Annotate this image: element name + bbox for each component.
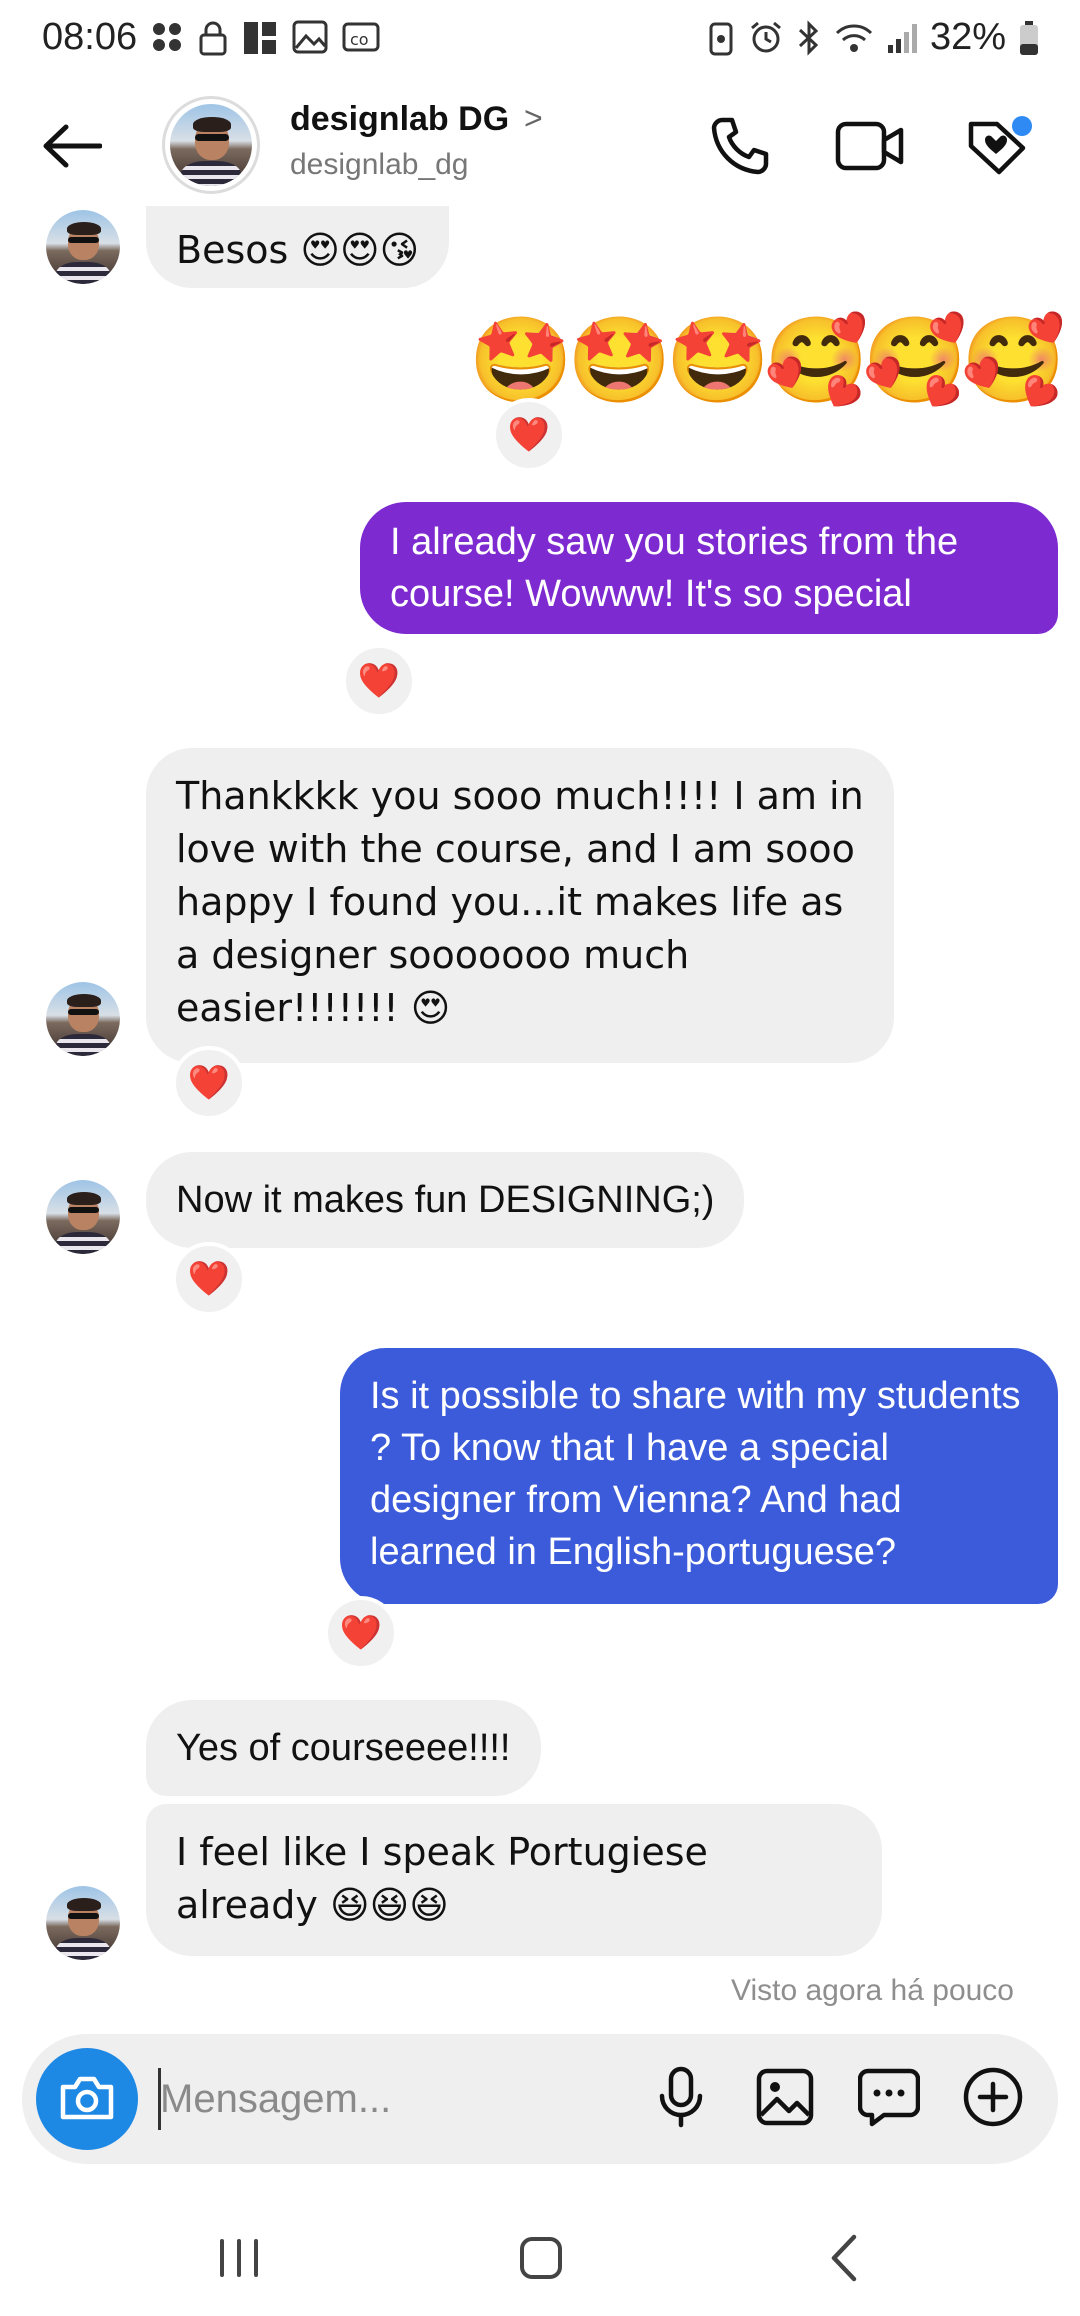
system-navbar <box>0 2200 1080 2316</box>
status-right: 32% <box>706 16 1040 59</box>
message-bubble-incoming[interactable]: Besos 😍😍😘 <box>146 206 450 288</box>
sender-avatar[interactable] <box>46 210 120 284</box>
phone-icon <box>708 114 772 183</box>
apps-icon <box>150 20 184 56</box>
add-circle-icon <box>962 2066 1024 2133</box>
seen-status: Visto agora há pouco <box>731 1974 1014 2006</box>
message-emoji-outgoing[interactable]: 🤩🤩🤩🥰🥰🥰 <box>468 310 1066 410</box>
message-input[interactable] <box>160 2064 620 2134</box>
status-bar: 08:06 co 32% <box>0 0 1080 80</box>
message-text: 🤩🤩🤩🥰🥰🥰 <box>468 311 1066 409</box>
wifi-icon <box>834 21 874 55</box>
message-bubble-outgoing[interactable]: I already saw you stories from the cours… <box>360 502 1058 634</box>
avatar-image <box>170 104 252 186</box>
alarm-icon <box>748 20 784 56</box>
back-icon <box>826 2233 860 2288</box>
sticker-chat-icon <box>857 2067 921 2132</box>
sticker-button[interactable] <box>850 2060 928 2138</box>
message-text: Thankkkk you sooo much!!!! I am in love … <box>176 774 864 1030</box>
home-button[interactable] <box>496 2228 586 2292</box>
video-call-button[interactable] <box>830 108 910 188</box>
back-button[interactable] <box>36 112 108 184</box>
microphone-icon <box>656 2066 706 2133</box>
message-text: I already saw you stories from the cours… <box>390 521 959 615</box>
status-time: 08:06 <box>42 16 138 58</box>
lock-icon <box>198 20 228 56</box>
reaction-heart[interactable]: ❤️ <box>342 644 416 718</box>
heart-icon: ❤️ <box>339 1613 383 1653</box>
image-icon <box>292 20 328 56</box>
battery-icon <box>1018 20 1040 56</box>
message-bubble-incoming[interactable]: I feel like I speak Portugiese already 😆… <box>146 1804 882 1956</box>
message-text: Yes of courseeee!!!! <box>176 1727 511 1769</box>
message-composer <box>22 2034 1058 2164</box>
recent-apps-icon <box>216 2237 262 2284</box>
status-left-icons: co <box>150 20 380 56</box>
chat-thread[interactable]: Besos 😍😍😘 🤩🤩🤩🥰🥰🥰 ❤️ I already saw you st… <box>0 206 1080 2006</box>
battery-saver-icon <box>706 20 736 56</box>
svg-text:co: co <box>350 30 369 49</box>
profile-avatar[interactable] <box>162 96 260 194</box>
grid-app-icon <box>242 20 278 56</box>
home-icon <box>518 2235 564 2286</box>
reaction-heart[interactable]: ❤️ <box>324 1596 398 1670</box>
reaction-heart[interactable]: ❤️ <box>172 1046 246 1120</box>
voice-message-button[interactable] <box>642 2060 720 2138</box>
message-bubble-outgoing[interactable]: Is it possible to share with my students… <box>340 1348 1058 1604</box>
sender-avatar[interactable] <box>46 1886 120 1960</box>
more-options-button[interactable] <box>954 2060 1032 2138</box>
sender-avatar[interactable] <box>46 982 120 1056</box>
message-text: Is it possible to share with my students… <box>370 1375 1021 1573</box>
chevron-right-icon[interactable]: > <box>524 100 543 137</box>
message-text: I feel like I speak Portugiese already 😆… <box>176 1830 708 1927</box>
tag-icon: co <box>342 20 380 56</box>
heart-icon: ❤️ <box>187 1063 231 1103</box>
gallery-icon <box>755 2067 815 2132</box>
contact-username[interactable]: designlab_dg <box>290 148 469 182</box>
back-arrow-icon <box>42 124 103 173</box>
reaction-heart[interactable]: ❤️ <box>492 398 566 472</box>
heart-tag-button[interactable] <box>956 108 1036 188</box>
message-bubble-incoming[interactable]: Thankkkk you sooo much!!!! I am in love … <box>146 748 894 1063</box>
camera-icon <box>59 2073 115 2126</box>
nav-back-button[interactable] <box>798 2228 888 2292</box>
camera-button[interactable] <box>36 2048 138 2150</box>
reaction-heart[interactable]: ❤️ <box>172 1242 246 1316</box>
chat-header: designlab DG > designlab_dg <box>0 86 1080 206</box>
contact-name[interactable]: designlab DG <box>290 100 509 139</box>
message-bubble-incoming[interactable]: Now it makes fun DESIGNING;) <box>146 1152 745 1248</box>
notification-dot <box>1012 116 1032 136</box>
battery-percent: 32% <box>929 16 1006 58</box>
gallery-button[interactable] <box>746 2060 824 2138</box>
bluetooth-icon <box>796 19 822 56</box>
heart-icon: ❤️ <box>357 661 401 701</box>
heart-icon: ❤️ <box>187 1259 231 1299</box>
video-camera-icon <box>835 118 905 179</box>
sender-avatar[interactable] <box>46 1180 120 1254</box>
signal-icon <box>886 21 918 55</box>
recent-apps-button[interactable] <box>194 2228 284 2292</box>
message-text: Now it makes fun DESIGNING;) <box>176 1179 715 1221</box>
heart-icon: ❤️ <box>507 415 551 455</box>
message-text: Besos 😍😍😘 <box>176 228 420 272</box>
message-bubble-incoming[interactable]: Yes of courseeee!!!! <box>146 1700 541 1796</box>
call-button[interactable] <box>700 108 780 188</box>
